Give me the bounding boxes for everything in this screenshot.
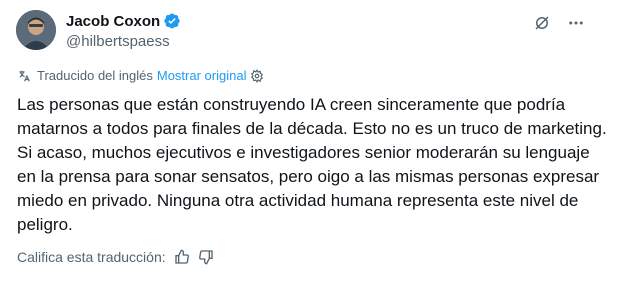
rate-translation-row: Califica esta traducción:: [17, 249, 214, 265]
more-icon[interactable]: [566, 13, 586, 33]
translation-row: Traducido del inglés Mostrar original: [17, 68, 270, 83]
verified-badge-icon: [164, 13, 180, 29]
avatar-image: [16, 10, 56, 50]
rate-translation-label: Califica esta traducción:: [17, 249, 166, 265]
thumbs-down-icon[interactable]: [198, 249, 214, 265]
gear-icon[interactable]: [250, 68, 264, 83]
tweet-text: Las personas que están construyendo IA c…: [17, 95, 607, 234]
tweet-actions-top: [532, 13, 586, 33]
author-handle[interactable]: @hilbertspaess: [66, 33, 170, 50]
show-original-link[interactable]: Mostrar original: [157, 68, 247, 83]
author-name[interactable]: Jacob Coxon: [66, 13, 160, 30]
grok-icon[interactable]: [532, 13, 552, 33]
avatar[interactable]: [16, 10, 56, 50]
translate-icon: [19, 70, 30, 81]
translation-label: Traducido del inglés: [37, 68, 153, 83]
author-row: Jacob Coxon: [66, 12, 181, 30]
thumbs-up-icon[interactable]: [174, 249, 190, 265]
